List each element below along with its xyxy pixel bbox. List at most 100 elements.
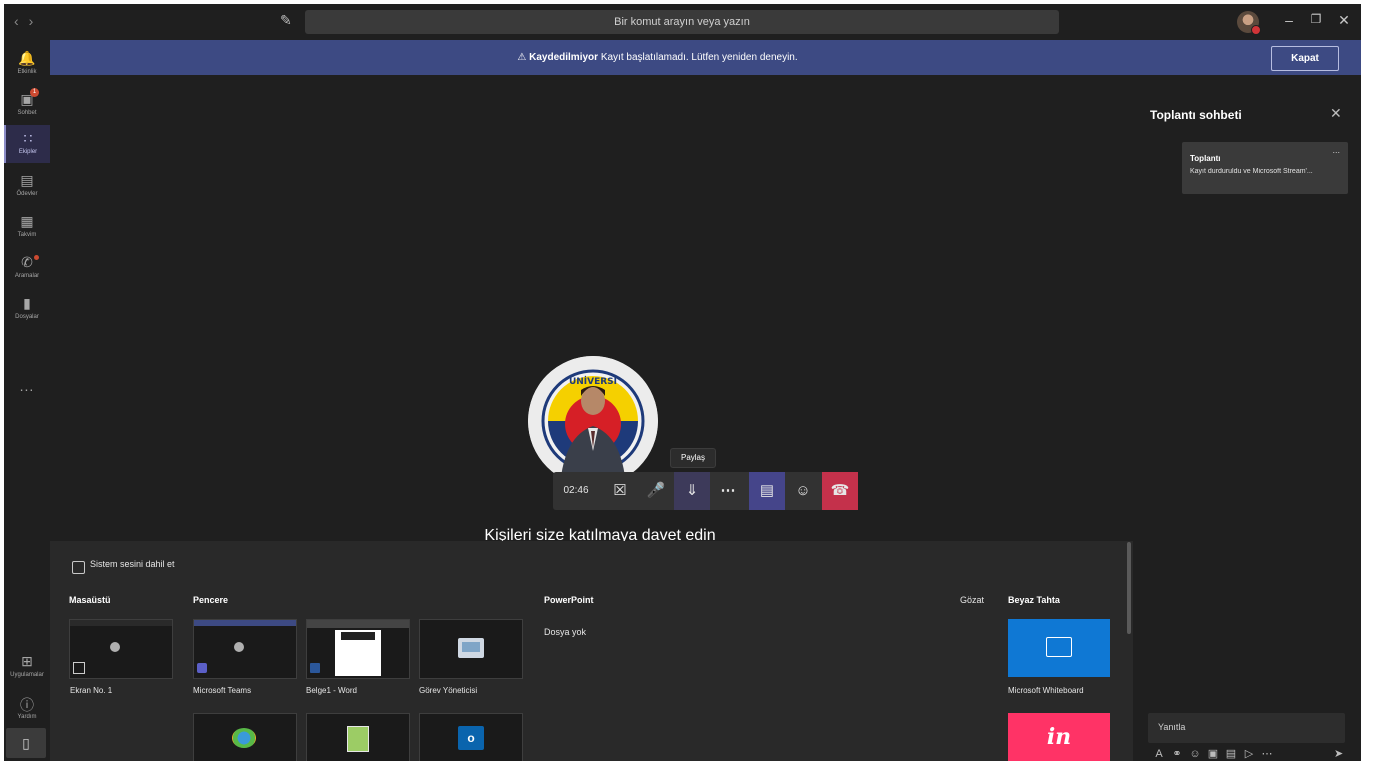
sticker-icon[interactable]: ▤ — [1222, 747, 1240, 760]
window-thumbnail-notepad[interactable] — [306, 713, 410, 761]
window-thumbnail-outlook[interactable]: o — [419, 713, 523, 761]
compose-icon[interactable]: ✎ — [280, 12, 296, 28]
chat-icon: ▣ — [20, 91, 34, 107]
chat-title: Toplantı sohbeti — [1150, 108, 1242, 122]
show-chat-icon[interactable]: ▤ — [749, 472, 785, 510]
rail-item-apps[interactable]: ⊞ Uygulamalar — [4, 648, 50, 686]
desktop-thumbnail[interactable] — [69, 619, 173, 679]
window-label-teams: Microsoft Teams — [193, 686, 252, 695]
participant-avatar: ÜNİVERSİ — [528, 356, 658, 486]
whiteboard-icon — [1046, 637, 1072, 657]
emoji-icon[interactable]: ☺ — [1186, 748, 1204, 760]
share-tray-scrollbar[interactable] — [1127, 542, 1131, 634]
include-system-sound-label: Sistem sesini dahil et — [90, 559, 175, 569]
monitor-icon — [73, 662, 85, 674]
hang-up-icon[interactable]: ☎ — [822, 472, 858, 510]
gif-icon[interactable]: ▣ — [1204, 747, 1222, 760]
message-more-icon[interactable]: ... — [1332, 145, 1340, 155]
reply-placeholder: Yanıtla — [1158, 722, 1186, 732]
include-system-sound-checkbox[interactable] — [72, 561, 85, 574]
warning-icon: ⚠ — [517, 52, 527, 63]
banner-close-button[interactable]: Kapat — [1271, 46, 1339, 71]
banner-status: Kaydedilmiyor — [529, 52, 599, 63]
desktop-section-title: Masaüstü — [69, 595, 111, 605]
apps-icon: ⊞ — [21, 653, 33, 669]
forward-icon[interactable]: › — [29, 13, 44, 29]
word-app-icon — [310, 663, 320, 673]
powerpoint-section-title: PowerPoint — [544, 595, 594, 605]
window-thumbnail-word[interactable] — [306, 619, 410, 679]
outlook-icon: o — [458, 726, 484, 750]
teams-app-icon — [197, 663, 207, 673]
send-icon[interactable]: ➤ — [1334, 747, 1343, 760]
chat-message[interactable]: Toplantı Kayıt durduruldu ve Microsoft S… — [1182, 142, 1348, 194]
share-screen-icon[interactable]: ⇓ — [674, 472, 710, 510]
more-actions-icon[interactable]: ⋯ — [710, 472, 746, 510]
minimize-icon[interactable]: – — [1279, 12, 1299, 28]
more-options-icon[interactable]: ⋯ — [1258, 747, 1276, 760]
window-thumbnail-teams[interactable] — [193, 619, 297, 679]
svg-text:ÜNİVERSİ: ÜNİVERSİ — [569, 376, 617, 387]
search-box[interactable]: Bir komut arayın veya yazın — [305, 10, 1059, 34]
close-window-icon[interactable]: ✕ — [1334, 12, 1354, 29]
banner-message: Kayıt başlatılamadı. Lütfen yeniden dene… — [600, 52, 798, 63]
profile-avatar[interactable] — [1237, 11, 1261, 35]
meeting-chat-panel: Toplantı sohbeti ✕ Toplantı Kayıt durdur… — [1134, 75, 1361, 761]
rail-item-teams[interactable]: ∷ Ekipler — [4, 125, 50, 163]
rail-item-chat[interactable]: ▣ 1 Sohbet — [4, 86, 50, 124]
rail-item-help[interactable]: ⓘ Yardım — [4, 690, 50, 728]
message-body: Kayıt durduruldu ve Microsoft Stream'... — [1190, 168, 1313, 175]
rail-item-calls[interactable]: ✆ Aramalar — [4, 249, 50, 287]
title-bar: ‹› ✎ Bir komut arayın veya yazın – ❐ ✕ — [4, 4, 1361, 40]
window-thumbnail-idm[interactable] — [193, 713, 297, 761]
calendar-icon: ▦ — [20, 213, 34, 229]
reply-box[interactable]: Yanıtla — [1148, 713, 1345, 743]
app-bar: 🔔 Etkinlik ▣ 1 Sohbet ∷ Ekipler ▤ Ödevle… — [4, 40, 50, 761]
window-label-word: Belge1 - Word — [306, 686, 357, 695]
whiteboard-label: Microsoft Whiteboard — [1008, 686, 1084, 695]
back-icon[interactable]: ‹ — [14, 13, 29, 29]
unread-badge: 1 — [30, 88, 39, 97]
share-tooltip: Paylaş — [670, 448, 716, 468]
browse-link[interactable]: Gözat — [960, 595, 984, 605]
rail-item-activity[interactable]: 🔔 Etkinlik — [4, 45, 50, 83]
teams-icon: ∷ — [23, 130, 33, 146]
desktop-label: Ekran No. 1 — [70, 686, 113, 695]
help-icon: ⓘ — [20, 697, 34, 713]
window-section-title: Pencere — [193, 595, 229, 605]
microphone-icon[interactable]: 🎤 — [638, 472, 674, 510]
banner-text: ⚠ Kaydedilmiyor Kayıt başlatılamadı. Lüt… — [50, 40, 1265, 75]
share-tray: Sistem sesini dahil et Masaüstü Pencere … — [50, 541, 1133, 761]
meet-now-icon[interactable]: ▷ — [1240, 747, 1258, 760]
rail-item-files[interactable]: ▮ Dosyalar — [4, 290, 50, 328]
status-dot — [1251, 25, 1261, 35]
files-icon: ▮ — [23, 295, 31, 311]
maximize-icon[interactable]: ❐ — [1306, 12, 1326, 26]
teams-window: ‹› ✎ Bir komut arayın veya yazın – ❐ ✕ 🔔… — [4, 4, 1361, 761]
recording-banner: ⚠ Kaydedilmiyor Kayıt başlatılamadı. Lüt… — [50, 40, 1361, 75]
window-label-task-manager: Görev Yöneticisi — [419, 686, 478, 695]
more-apps-icon[interactable]: ... — [4, 378, 50, 394]
calls-dot — [34, 255, 39, 260]
call-timer: 02:46 — [563, 485, 589, 496]
camera-off-icon[interactable]: ☒ — [602, 472, 638, 510]
message-title: Toplantı — [1190, 154, 1221, 163]
whiteboard-thumbnail[interactable] — [1008, 619, 1110, 677]
attach-icon[interactable]: ⚭ — [1168, 747, 1186, 760]
call-controls: 02:46 ☒ 🎤 ⇓ ⋯ ▤ ☺ ☎ — [553, 472, 858, 510]
download-manager-icon — [232, 728, 256, 748]
format-icon[interactable]: A — [1150, 748, 1168, 760]
nav-arrows[interactable]: ‹› — [14, 13, 43, 29]
participants-icon[interactable]: ☺ — [785, 472, 821, 510]
calls-icon: ✆ — [21, 254, 33, 270]
assignments-icon: ▤ — [20, 172, 34, 188]
rail-item-calendar[interactable]: ▦ Takvim — [4, 208, 50, 246]
notepad-plus-icon — [347, 726, 369, 752]
rail-item-assignments[interactable]: ▤ Ödevler — [4, 167, 50, 205]
window-thumbnail-task-manager[interactable] — [419, 619, 523, 679]
device-icon[interactable]: ▯ — [6, 728, 46, 758]
invision-thumbnail[interactable]: in — [1008, 713, 1110, 761]
powerpoint-empty: Dosya yok — [544, 627, 587, 637]
close-chat-icon[interactable]: ✕ — [1330, 105, 1342, 122]
bell-icon: 🔔 — [18, 50, 36, 66]
